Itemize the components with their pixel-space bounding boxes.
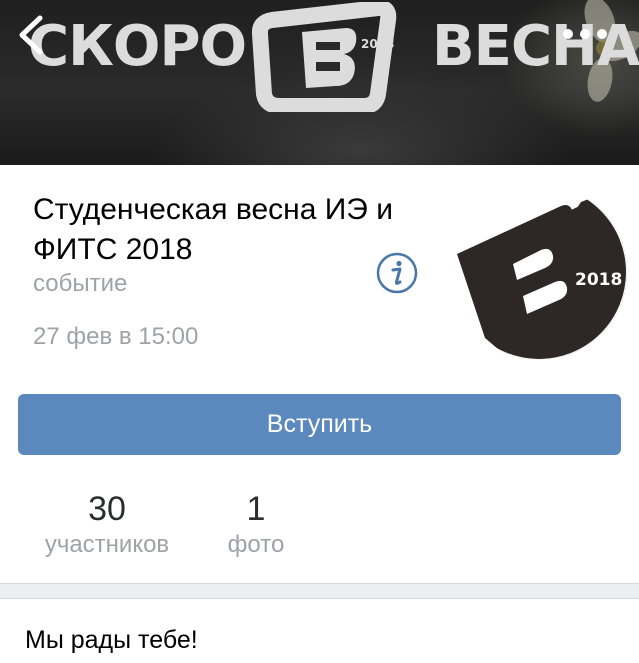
cover-logo xyxy=(251,2,397,112)
more-dots-icon xyxy=(563,29,607,39)
cover-image: СКОРО 2018 ВЕСНА xyxy=(0,0,639,165)
photos-counter[interactable]: 1 фото xyxy=(220,488,292,560)
event-title: Студенческая весна ИЭ и ФИТС 2018 xyxy=(33,193,393,266)
info-button[interactable] xyxy=(375,251,419,295)
members-count: 30 xyxy=(88,490,126,528)
more-button[interactable] xyxy=(558,20,612,48)
cover-word-left: СКОРО xyxy=(28,14,247,79)
members-counter[interactable]: 30 участников xyxy=(28,488,186,560)
section-divider xyxy=(0,583,639,599)
welcome-post-text: Мы рады тебе! xyxy=(25,626,198,654)
cover-logo-year: 2018 xyxy=(361,37,395,51)
event-avatar[interactable]: 2018 xyxy=(451,184,627,360)
join-button[interactable]: Вступить xyxy=(18,394,621,455)
avatar-year: 2018 xyxy=(575,270,623,290)
back-button[interactable] xyxy=(12,12,52,58)
info-icon xyxy=(376,252,418,294)
photos-count: 1 xyxy=(246,490,266,528)
photos-label: фото xyxy=(227,531,285,558)
event-datetime: 27 фев в 15:00 xyxy=(33,323,199,350)
chevron-left-icon xyxy=(19,15,43,55)
members-label: участников xyxy=(44,531,170,558)
event-type: событие xyxy=(33,270,128,297)
